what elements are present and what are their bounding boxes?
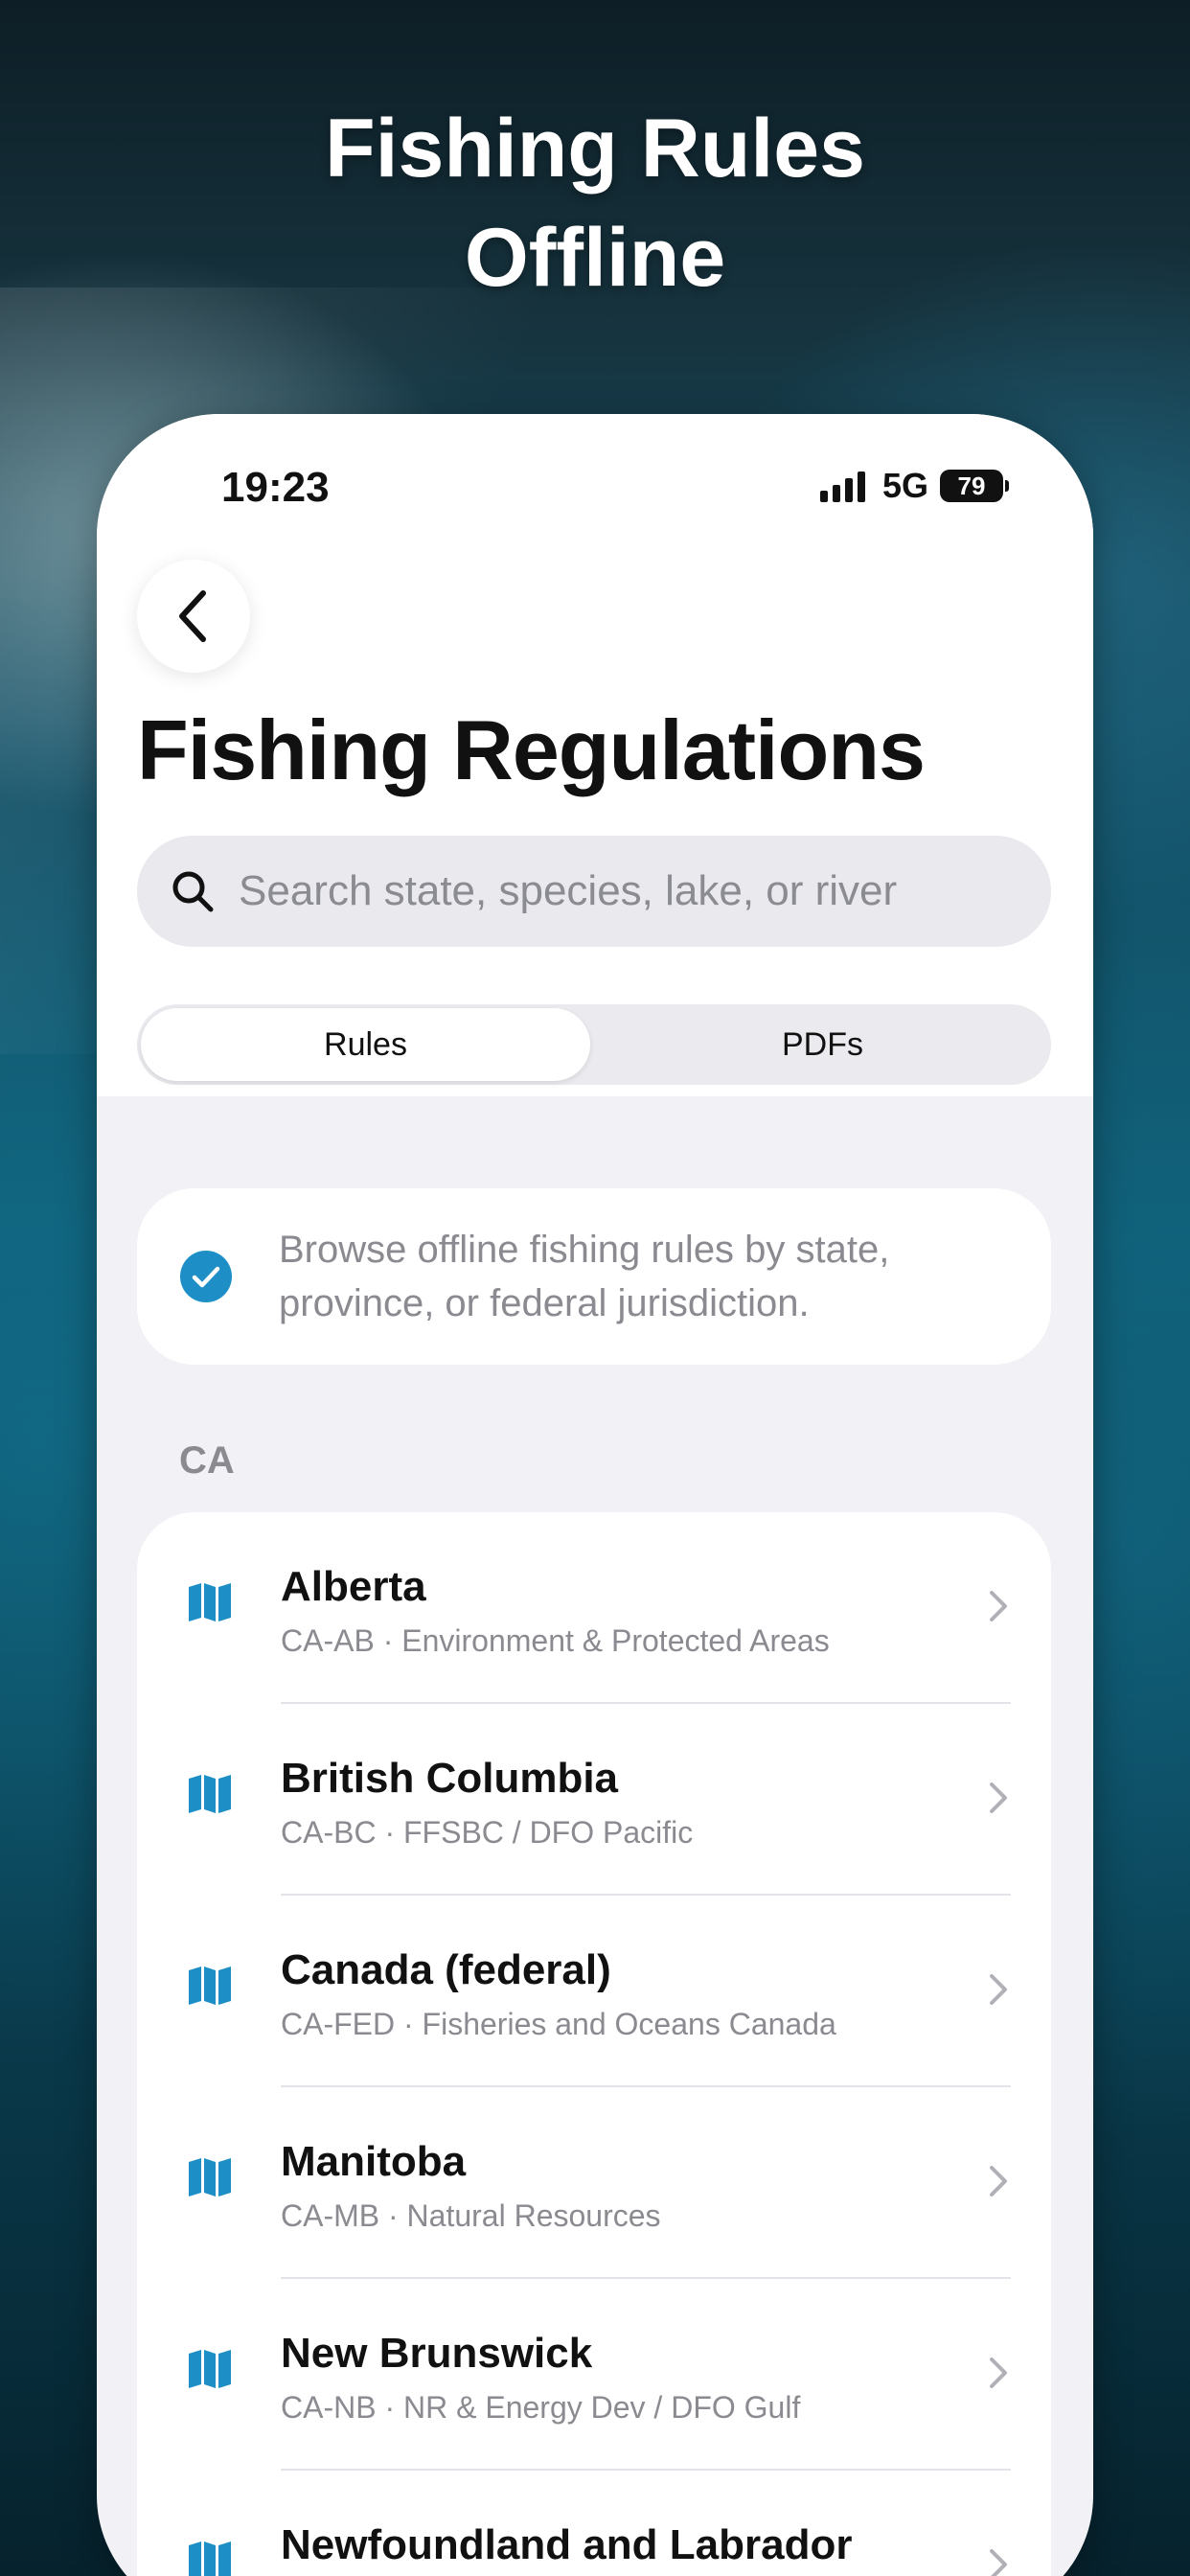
chevron-right-icon: [988, 2356, 1009, 2390]
item-title: New Brunswick: [281, 2330, 593, 2377]
battery-level: 79: [957, 471, 986, 500]
headline-line-2: Offline: [464, 212, 726, 304]
list-item[interactable]: Canada (federal) CA-FED · Fisheries and …: [137, 1896, 1051, 2087]
checkmark-circle-icon: [179, 1250, 233, 1303]
app-store-screenshot: Fishing Rules Offline 19:23 5G 79 Fishin…: [0, 0, 1190, 2576]
back-button[interactable]: [137, 560, 250, 673]
tab-rules[interactable]: Rules: [141, 1008, 590, 1081]
list-item[interactable]: New Brunswick CA-NB · NR & Energy Dev / …: [137, 2279, 1051, 2471]
chevron-right-icon: [988, 2164, 1009, 2198]
map-icon: [187, 1581, 233, 1623]
item-subtitle: CA-NB · NR & Energy Dev / DFO Gulf: [281, 2390, 801, 2425]
map-icon: [187, 2348, 233, 2390]
battery-cap: [1005, 480, 1009, 492]
section-header: CA: [179, 1439, 235, 1482]
search-input[interactable]: [237, 866, 988, 916]
status-time: 19:23: [221, 464, 330, 511]
item-subtitle: CA-AB · Environment & Protected Areas: [281, 1623, 830, 1658]
item-title: Canada (federal): [281, 1946, 611, 1993]
search-bar[interactable]: [137, 836, 1051, 947]
chevron-right-icon: [988, 1589, 1009, 1623]
item-title: Alberta: [281, 1563, 426, 1610]
tab-pdfs[interactable]: PDFs: [598, 1008, 1047, 1081]
item-title: Manitoba: [281, 2138, 467, 2185]
chevron-right-icon: [988, 1972, 1009, 2007]
map-icon: [187, 1965, 233, 2007]
item-subtitle: CA-BC · FFSBC / DFO Pacific: [281, 1815, 694, 1850]
network-type: 5G: [881, 466, 928, 505]
list-item[interactable]: British Columbia CA-BC · FFSBC / DFO Pac…: [137, 1704, 1051, 1896]
map-icon: [187, 2156, 233, 2198]
map-icon: [187, 1773, 233, 1815]
status-indicators: 5G 79: [819, 466, 1009, 506]
battery-icon: 79: [940, 470, 1003, 502]
item-title: Newfoundland and Labrador: [281, 2521, 853, 2568]
item-title: British Columbia: [281, 1755, 619, 1802]
list-item[interactable]: Alberta CA-AB · Environment & Protected …: [137, 1512, 1051, 1704]
info-banner: Browse offline fishing rules by state, p…: [137, 1188, 1051, 1365]
info-text: Browse offline fishing rules by state, p…: [279, 1229, 890, 1324]
segmented-control: Rules PDFs: [137, 1004, 1051, 1085]
signal-icon: [819, 470, 865, 502]
jurisdiction-list: Alberta CA-AB · Environment & Protected …: [137, 1512, 1051, 2576]
chevron-right-icon: [988, 2547, 1009, 2576]
item-subtitle: CA-FED · Fisheries and Oceans Canada: [281, 2007, 836, 2041]
page-title: Fishing Regulations: [137, 702, 926, 797]
chevron-left-icon: [179, 590, 206, 642]
list-item[interactable]: Manitoba CA-MB · Natural Resources: [137, 2087, 1051, 2279]
search-icon: [170, 868, 216, 914]
map-icon: [187, 2540, 233, 2576]
headline-line-1: Fishing Rules: [325, 103, 865, 195]
list-item[interactable]: Newfoundland and Labrador: [137, 2471, 1051, 2576]
chevron-right-icon: [988, 1781, 1009, 1815]
phone-frame: 19:23 5G 79 Fishing Regulations Search s…: [97, 414, 1093, 2576]
item-subtitle: CA-MB · Natural Resources: [281, 2198, 661, 2233]
promo-headline: Fishing Rules Offline: [0, 94, 1190, 312]
